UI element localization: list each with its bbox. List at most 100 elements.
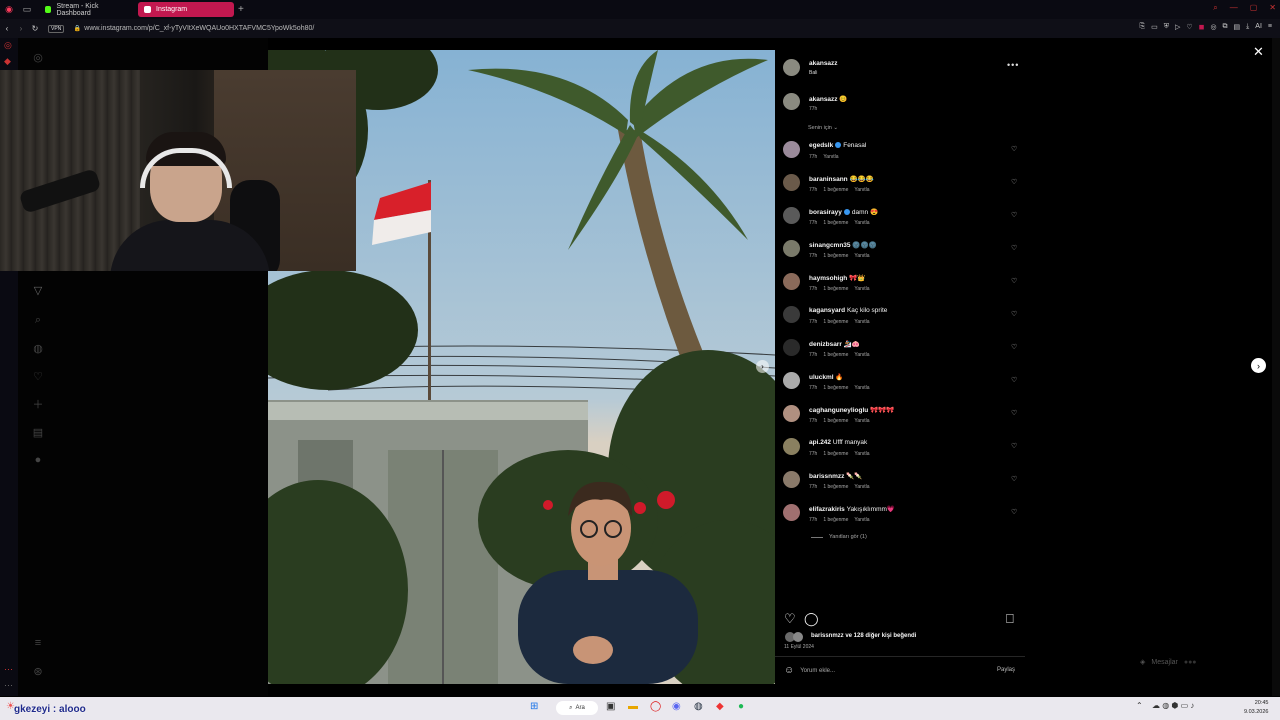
comment-like-icon[interactable]: ♡	[1011, 145, 1017, 153]
system-clock[interactable]: 20:45 9.03.2026	[1244, 699, 1268, 717]
commenter-avatar[interactable]	[783, 240, 800, 257]
forward-icon[interactable]: ›	[14, 24, 28, 33]
reels-icon[interactable]: ▽	[31, 283, 45, 297]
messages-button[interactable]: ◈ Mesajlar ●●●	[1140, 658, 1197, 667]
next-post-arrow[interactable]: ›	[1251, 358, 1266, 373]
share-button[interactable]: Paylaş	[997, 667, 1015, 673]
pin-icon[interactable]: ◆	[4, 56, 11, 67]
reload-icon[interactable]: ↻	[28, 24, 42, 33]
opera-taskbar-icon[interactable]: ◯	[650, 701, 661, 712]
view-replies-button[interactable]: Yanıtları gör (1)	[811, 534, 867, 540]
comment-likes[interactable]: 1 beğenme	[823, 418, 848, 424]
tab-kick-dashboard[interactable]: Stream - Kick Dashboard	[39, 2, 135, 17]
comment-username[interactable]: sinangcmn35	[809, 242, 851, 249]
comment-like-icon[interactable]: ♡	[1011, 376, 1017, 384]
post-author[interactable]: akansazz	[809, 60, 838, 67]
sidebar-settings-icon[interactable]: ⋯	[4, 680, 13, 691]
comment-like-icon[interactable]: ♡	[1011, 442, 1017, 450]
commenter-avatar[interactable]	[783, 339, 800, 356]
comment-username[interactable]: api.242	[809, 439, 831, 446]
tray-icons[interactable]: ☁ ◍ ⬢ ▭ ♪	[1152, 701, 1194, 710]
url-field[interactable]: www.instagram.com/p/C_xf-yTyVItXeWQAUo0H…	[84, 25, 314, 32]
comment-like-icon[interactable]: ♡	[1011, 178, 1017, 186]
minimize-icon[interactable]: —	[1230, 3, 1238, 13]
comment-likes[interactable]: 1 beğenme	[823, 352, 848, 358]
comment-username[interactable]: kagansyard	[809, 307, 845, 314]
commenter-avatar[interactable]	[783, 438, 800, 455]
more-menu-icon[interactable]: ≡	[31, 636, 45, 650]
comment-reply[interactable]: Yanıtla	[854, 385, 869, 391]
shield-icon[interactable]: ⛨	[1164, 23, 1169, 31]
comment-like-icon[interactable]: ♡	[1011, 409, 1017, 417]
comment-icon[interactable]: ◯	[804, 611, 819, 627]
start-menu-icon[interactable]: ⊞	[530, 701, 538, 712]
snapshot-icon[interactable]: ⎘	[1139, 23, 1145, 31]
comment-username[interactable]: borasirayy	[809, 209, 842, 216]
comment-reply[interactable]: Yanıtla	[854, 418, 869, 424]
comment-username[interactable]: caghanguneylioglu	[809, 407, 868, 414]
comment-username[interactable]: egedslk	[809, 142, 833, 149]
search-icon[interactable]: ⌕	[31, 313, 45, 327]
instagram-logo-icon[interactable]: ◎	[31, 50, 45, 64]
spotify-icon[interactable]: ●	[738, 701, 744, 712]
commenter-avatar[interactable]	[783, 504, 800, 521]
steam-icon[interactable]: ◍	[694, 701, 703, 712]
dashboard-icon[interactable]: ▤	[31, 425, 45, 439]
like-icon[interactable]: ♡	[784, 611, 796, 627]
comment-like-icon[interactable]: ♡	[1011, 343, 1017, 351]
comment-likes[interactable]: 1 beğenme	[823, 385, 848, 391]
comment-likes[interactable]: 1 beğenme	[823, 319, 848, 325]
tab-instagram[interactable]: Instagram	[138, 2, 234, 17]
post-location[interactable]: Bali	[809, 70, 817, 76]
heart-icon[interactable]: ♡	[1186, 23, 1192, 31]
page-scrollbar[interactable]	[1272, 38, 1280, 696]
commenter-avatar[interactable]	[783, 141, 800, 158]
commenter-avatar[interactable]	[783, 471, 800, 488]
comment-reply[interactable]: Yanıtla	[854, 352, 869, 358]
comment-username[interactable]: haymsohigh	[809, 275, 847, 282]
discord-icon[interactable]: ◉	[672, 701, 681, 712]
comment-like-icon[interactable]: ♡	[1011, 244, 1017, 252]
comment-username[interactable]: uluckml	[809, 374, 834, 381]
likes-summary[interactable]: barissnmzz ve 128 diğer kişi beğendi	[811, 633, 916, 639]
comment-likes[interactable]: 1 beğenme	[823, 451, 848, 457]
author-avatar[interactable]	[783, 59, 800, 76]
search-tabs-icon[interactable]: ⌕	[1213, 3, 1217, 13]
comment-like-icon[interactable]: ♡	[1011, 508, 1017, 516]
close-icon[interactable]: ✕	[1253, 44, 1264, 60]
new-tab-icon[interactable]: +	[238, 4, 244, 15]
comment-likes[interactable]: 1 beğenme	[823, 517, 848, 523]
maximize-icon[interactable]: ▢	[1250, 3, 1258, 13]
comment-like-icon[interactable]: ♡	[1011, 211, 1017, 219]
commenter-avatar[interactable]	[783, 405, 800, 422]
comment-like-icon[interactable]: ♡	[1011, 310, 1017, 318]
caption-avatar[interactable]	[783, 93, 800, 110]
commenter-avatar[interactable]	[783, 306, 800, 323]
tray-chevron-icon[interactable]: ⌃	[1136, 701, 1143, 710]
comment-username[interactable]: baraninsann	[809, 176, 848, 183]
next-image-arrow[interactable]: ›	[756, 360, 769, 373]
comment-username[interactable]: elifazrakiris	[809, 506, 845, 513]
opera-logo-icon[interactable]: ◉	[0, 0, 18, 19]
puzzle-icon[interactable]: ⧉	[1223, 23, 1228, 31]
more-options-icon[interactable]: •••	[1007, 60, 1019, 70]
vpn-badge[interactable]: VPN	[48, 24, 65, 33]
comment-username[interactable]: denizbsarr	[809, 341, 842, 348]
commenter-avatar[interactable]	[783, 273, 800, 290]
task-view-icon[interactable]: ▣	[606, 701, 615, 712]
file-explorer-icon[interactable]: ▬	[628, 701, 638, 712]
comment-reply[interactable]: Yanıtla	[854, 220, 869, 226]
comment-likes[interactable]: 1 beğenme	[823, 253, 848, 259]
comment-likes[interactable]: 1 beğenme	[823, 187, 848, 193]
comment-reply[interactable]: Yanıtla	[823, 154, 838, 160]
comment-reply[interactable]: Yanıtla	[854, 319, 869, 325]
explore-icon[interactable]: ◍	[31, 341, 45, 355]
create-icon[interactable]: ＋	[31, 397, 45, 411]
wallet-icon[interactable]: ▤	[1234, 23, 1241, 31]
menu-icon[interactable]: ≡	[1268, 23, 1272, 31]
comment-likes[interactable]: 1 beğenme	[823, 220, 848, 226]
commenter-avatar[interactable]	[783, 174, 800, 191]
aria-ai-icon[interactable]: AI	[1255, 23, 1262, 31]
back-icon[interactable]: ‹	[0, 24, 14, 33]
extension-icon[interactable]: ◼	[1199, 23, 1205, 31]
